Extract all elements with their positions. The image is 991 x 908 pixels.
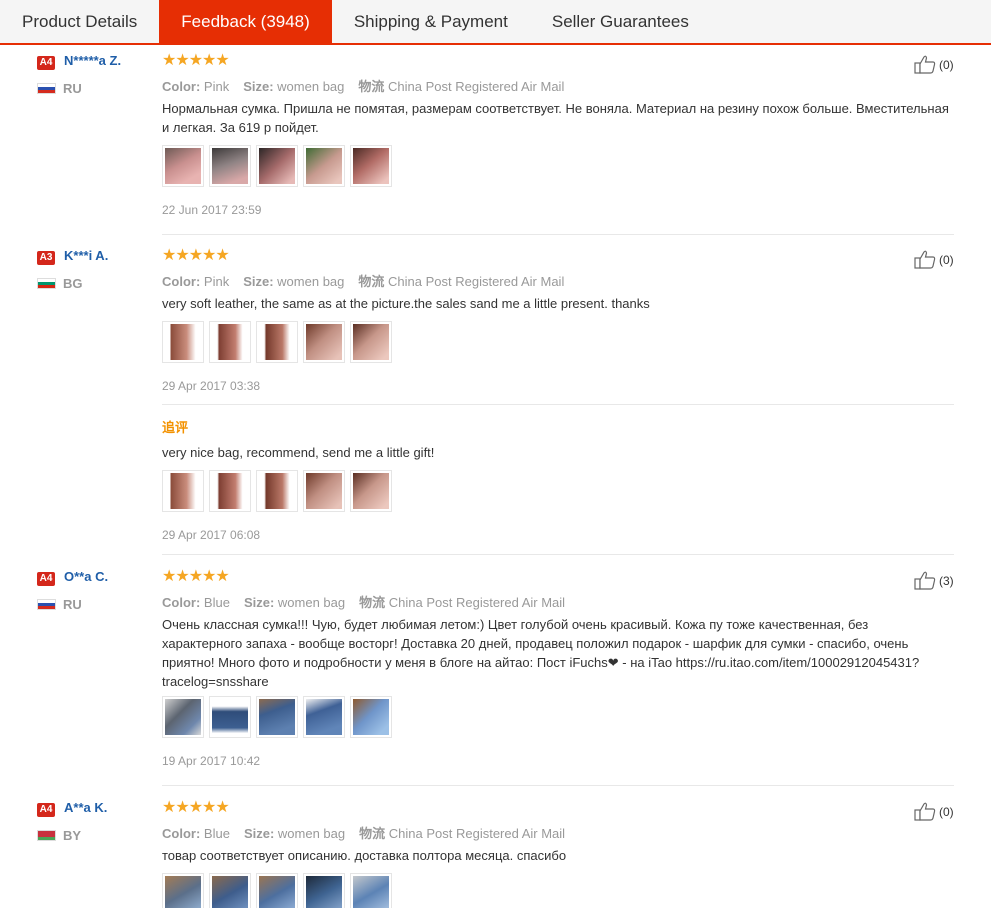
helpful-button[interactable]: (0) xyxy=(914,55,954,74)
thumbs-up-icon xyxy=(914,55,936,74)
tab-product-details[interactable]: Product Details xyxy=(0,0,159,43)
helpful-count: (0) xyxy=(939,57,954,72)
buyer-level-badge: A4 xyxy=(37,572,55,586)
review-photo[interactable] xyxy=(209,696,251,738)
review-date: 29 Apr 2017 03:38 xyxy=(162,379,261,393)
buyer-level-badge: A4 xyxy=(37,56,55,70)
followup-date: 29 Apr 2017 06:08 xyxy=(162,528,261,542)
buyer-country: RU xyxy=(63,81,82,96)
review-divider xyxy=(162,785,954,786)
review-text: very soft leather, the same as at the pi… xyxy=(162,296,650,311)
followup-text: very nice bag, recommend, send me a litt… xyxy=(162,445,435,460)
buyer-name: A**a K. xyxy=(64,800,108,815)
review-text: Нормальная сумка. Пришла не помятая, раз… xyxy=(162,101,949,135)
review-photo[interactable] xyxy=(209,145,251,187)
review-photo[interactable] xyxy=(209,470,251,512)
thumbs-up-icon xyxy=(914,250,936,269)
order-info: Color: Blue Size: women bag 物流 China Post … xyxy=(162,595,566,610)
review-photo[interactable] xyxy=(303,873,345,908)
thumbs-up-icon xyxy=(914,571,936,590)
star-rating: ★★★★★ xyxy=(162,52,230,69)
review-photo[interactable] xyxy=(303,696,345,738)
review-photo[interactable] xyxy=(303,321,345,363)
review-photo[interactable] xyxy=(162,873,204,908)
review-photo[interactable] xyxy=(256,321,298,363)
helpful-button[interactable]: (3) xyxy=(914,571,954,590)
buyer-level-badge: A3 xyxy=(37,251,55,265)
helpful-count: (3) xyxy=(939,573,954,588)
review-photo[interactable] xyxy=(209,321,251,363)
order-info: Color: Pink Size: women bag 物流 China Post … xyxy=(162,274,565,289)
flag-ru-icon xyxy=(37,83,56,94)
buyer-country: BG xyxy=(63,276,83,291)
review-photos xyxy=(162,696,397,738)
order-info: Color: Pink Size: women bag 物流 China Post … xyxy=(162,79,565,94)
review-date: 19 Apr 2017 10:42 xyxy=(162,754,261,768)
thumbs-up-icon xyxy=(914,802,936,821)
review-photo[interactable] xyxy=(350,145,392,187)
followup-divider xyxy=(162,404,954,405)
review-photo[interactable] xyxy=(256,145,298,187)
buyer-name: N*****a Z. xyxy=(64,53,122,68)
helpful-count: (0) xyxy=(939,804,954,819)
tab-feedback[interactable]: Feedback (3948) xyxy=(159,0,332,43)
buyer-level-badge: A4 xyxy=(37,803,55,817)
followup-label: 追评 xyxy=(162,420,189,435)
flag-ru-icon xyxy=(37,599,56,610)
order-info: Color: Blue Size: women bag 物流 China Post … xyxy=(162,826,566,841)
review-divider xyxy=(162,554,954,555)
helpful-button[interactable]: (0) xyxy=(914,250,954,269)
buyer-name: K***i A. xyxy=(64,248,109,263)
review-photo[interactable] xyxy=(256,696,298,738)
review-photo[interactable] xyxy=(162,321,204,363)
buyer-country: RU xyxy=(63,597,82,612)
review-date: 22 Jun 2017 23:59 xyxy=(162,203,262,217)
review-text: Очень классная сумка!!! Чую, будет любим… xyxy=(162,617,920,689)
helpful-count: (0) xyxy=(939,252,954,267)
review-photo[interactable] xyxy=(350,321,392,363)
star-rating: ★★★★★ xyxy=(162,247,230,264)
flag-by-icon xyxy=(37,830,56,841)
review-photo[interactable] xyxy=(256,470,298,512)
helpful-button[interactable]: (0) xyxy=(914,802,954,821)
feedback-tabs: Product Details Feedback (3948) Shipping… xyxy=(0,0,991,45)
review-photo[interactable] xyxy=(162,696,204,738)
review-photo[interactable] xyxy=(303,470,345,512)
buyer-name: O**a C. xyxy=(64,569,109,584)
star-rating: ★★★★★ xyxy=(162,568,230,585)
review-photo[interactable] xyxy=(256,873,298,908)
review-photo[interactable] xyxy=(350,873,392,908)
review-divider xyxy=(162,234,954,235)
review-photo[interactable] xyxy=(303,145,345,187)
review-photo[interactable] xyxy=(209,873,251,908)
review-photos xyxy=(162,873,397,908)
review-photos xyxy=(162,145,397,187)
review-photo[interactable] xyxy=(350,696,392,738)
review-photo[interactable] xyxy=(162,470,204,512)
review-text: товар соответствует описанию. доставка п… xyxy=(162,848,567,863)
flag-bg-icon xyxy=(37,278,56,289)
review-photo[interactable] xyxy=(162,145,204,187)
review-photos xyxy=(162,321,397,363)
star-rating: ★★★★★ xyxy=(162,799,230,816)
followup-photos xyxy=(162,470,397,512)
review-photo[interactable] xyxy=(350,470,392,512)
buyer-country: BY xyxy=(63,828,82,843)
tab-shipping-payment[interactable]: Shipping & Payment xyxy=(332,0,530,43)
tab-seller-guarantees[interactable]: Seller Guarantees xyxy=(530,0,711,43)
